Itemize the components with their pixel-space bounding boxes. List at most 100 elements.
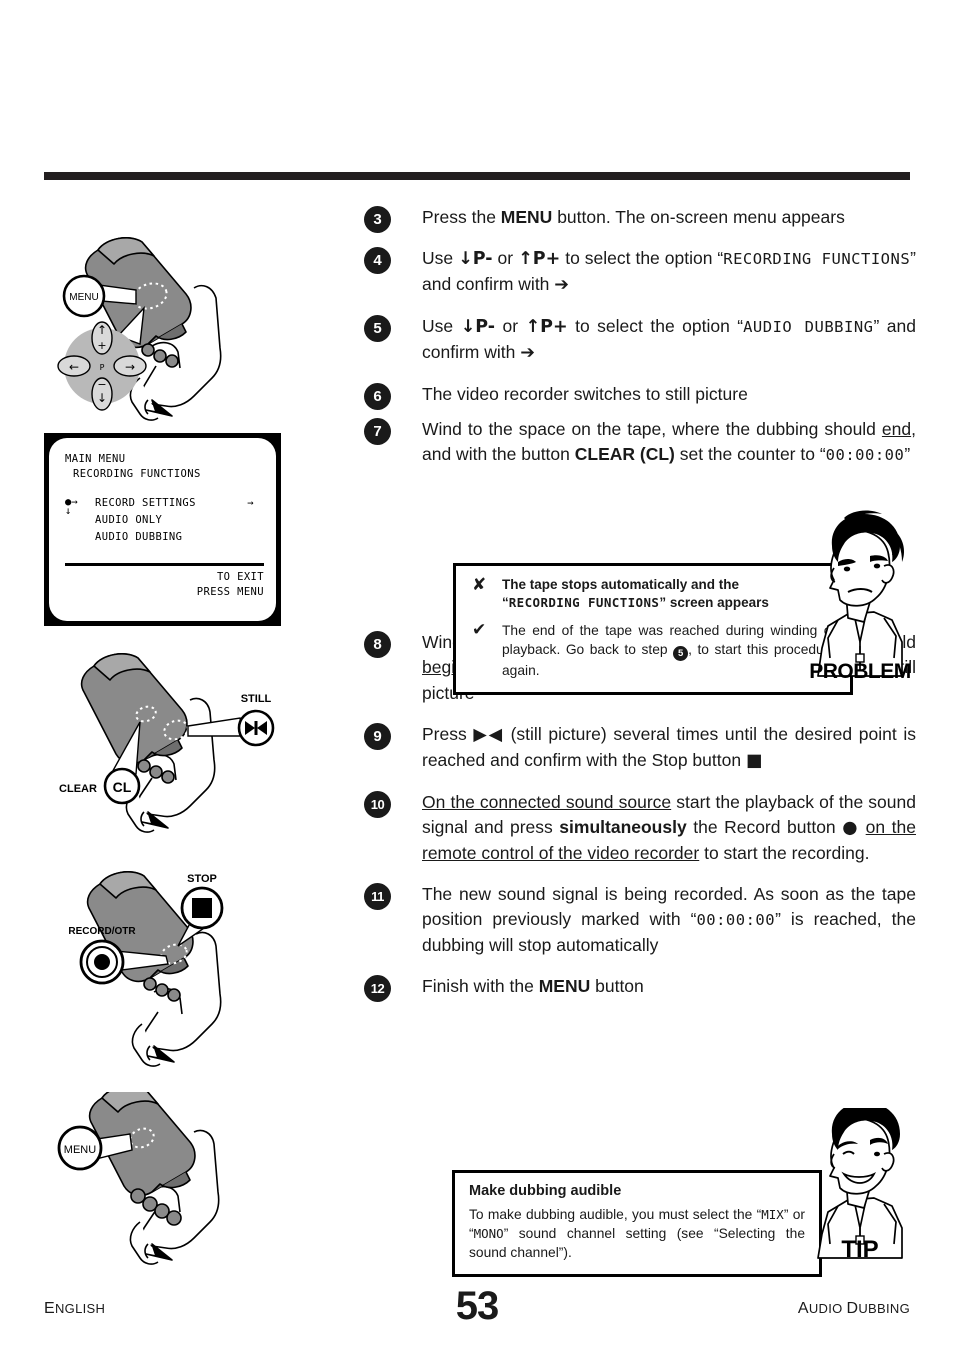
- problem-callout-box: ✘ The tape stops automatically and the “…: [453, 563, 853, 695]
- osd-option-name: RECORDING FUNCTIONS: [723, 250, 911, 268]
- osd-item-list: ●→ RECORD SETTINGS → ↓ AUDIO ONLY AUDIO …: [65, 496, 260, 547]
- osd-down-marker-icon: ↓: [65, 505, 72, 517]
- step-9: 9 Press ▶◀ (still picture) several times…: [360, 722, 916, 774]
- step-number-badge: 8: [364, 631, 391, 658]
- step-number-badge: 5: [364, 315, 391, 342]
- illustration-remote-clear-still: STILL CL CLEAR: [44, 652, 292, 847]
- menu-callout-label-bottom: MENU: [64, 1144, 96, 1156]
- osd-subtitle: RECORDING FUNCTIONS: [73, 468, 201, 480]
- sound-setting-mix: MIX: [761, 1207, 784, 1222]
- step-number-badge: 12: [364, 975, 391, 1002]
- problem-label: PROBLEM: [809, 660, 911, 683]
- page-footer: ENGLISH 53 AUDIO DUBBING: [44, 1284, 910, 1330]
- step-text: Press the MENU button. The on-screen men…: [422, 205, 916, 230]
- dpad-p-label: P: [100, 363, 105, 372]
- right-arrow-icon: ➔: [554, 275, 569, 295]
- step-11: 11 The new sound signal is being recorde…: [360, 882, 916, 958]
- step-number-badge: 7: [364, 418, 391, 445]
- stop-icon: ■: [745, 751, 763, 771]
- step-part: or: [495, 316, 526, 336]
- step-text: Use ↓P- or ↑P+ to select the option “REC…: [422, 246, 916, 298]
- step-3: 3 Press the MENU button. The on-screen m…: [360, 205, 916, 233]
- still-icon: ▶◀: [473, 725, 504, 745]
- record-callout-label: RECORD/OTR: [68, 926, 136, 937]
- step-part: Use: [422, 248, 459, 268]
- still-callout-label: STILL: [241, 693, 272, 705]
- osd-item-label: RECORD SETTINGS: [95, 497, 196, 509]
- problem-symptom-line2-suffix: ” screen appears: [659, 595, 769, 610]
- step-part: to select the option “: [560, 248, 724, 268]
- p-plus-label: ↑P+: [525, 317, 568, 337]
- step-part: button: [590, 976, 644, 996]
- problem-symptom-line1: The tape stops automatically and the: [502, 577, 740, 592]
- step-text: Use ↓P- or ↑P+ to select the option “AUD…: [422, 314, 916, 366]
- step-text: The video recorder switches to still pic…: [422, 382, 916, 407]
- step-part: Finish with the: [422, 976, 539, 996]
- step-part-bold: simultaneously: [559, 817, 687, 837]
- problem-cartoon-figure: PROBLEM: [808, 508, 912, 686]
- step-number-badge: 9: [364, 723, 391, 750]
- step-text: On the connected sound source start the …: [422, 790, 916, 866]
- p-minus-label: ↓P-: [458, 249, 493, 269]
- remote-menu-bottom-drawing: MENU: [57, 1092, 220, 1265]
- tip-body-pre: To make dubbing audible, you must select…: [469, 1207, 762, 1222]
- page-number: 53: [455, 1284, 500, 1328]
- on-screen-menu-screen: MAIN MENU RECORDING FUNCTIONS ●→ RECORD …: [49, 438, 276, 621]
- step-part: or: [492, 248, 519, 268]
- step-part: Use: [422, 316, 461, 336]
- step-part-bold: MENU: [538, 976, 591, 996]
- p-plus-label: ↑P+: [518, 249, 561, 269]
- step-part: the Record button: [686, 817, 843, 837]
- counter-value: 00:00:00: [825, 446, 905, 464]
- step-number-badge: 6: [364, 383, 391, 410]
- problem-screen-name: RECORDING FUNCTIONS: [508, 595, 660, 610]
- footer-section-title: AUDIO DUBBING: [797, 1300, 910, 1317]
- tip-body-post: ” sound channel setting (see “Selecting …: [469, 1226, 805, 1260]
- dpad-up-arrow-icon: ↑: [97, 323, 107, 337]
- dpad-left-arrow-icon: ←: [69, 360, 79, 374]
- osd-item-label: AUDIO DUBBING: [95, 531, 183, 543]
- osd-exit-hint: TO EXIT PRESS MENU: [197, 570, 264, 600]
- sound-setting-mono: MONO: [473, 1226, 504, 1241]
- osd-item-audio-only[interactable]: ↓ AUDIO ONLY: [65, 505, 260, 530]
- step-text: Wind to the space on the tape, where the…: [422, 417, 916, 468]
- step-4: 4 Use ↓P- or ↑P+ to select the option “R…: [360, 246, 916, 298]
- record-icon: [94, 954, 110, 970]
- manual-page: MENU ↑ + − ↓ ← → P MAIN MENU RECORDING F…: [0, 0, 954, 1351]
- check-mark-icon: ✔: [472, 620, 487, 640]
- step-6: 6 The video recorder switches to still p…: [360, 382, 916, 410]
- problem-symptom-row: ✘ The tape stops automatically and the “…: [470, 575, 836, 612]
- step-text: The new sound signal is being recorded. …: [422, 882, 916, 958]
- record-icon: ●: [842, 818, 860, 838]
- osd-exit-line1: TO EXIT: [216, 571, 264, 583]
- problem-symptom-text: The tape stops automatically and the “RE…: [502, 576, 836, 612]
- clear-button-name: CLEAR (CL): [574, 444, 675, 464]
- osd-title: MAIN MENU: [65, 453, 126, 465]
- step-part: to select the option “: [567, 316, 744, 336]
- step-part: to start the recording.: [699, 843, 870, 863]
- tip-callout-box: Make dubbing audible To make dubbing aud…: [452, 1170, 822, 1277]
- illustration-remote-menu-bottom: MENU: [44, 1092, 292, 1277]
- tip-title: Make dubbing audible: [469, 1183, 622, 1199]
- step-part-underline: On the connected sound source: [422, 792, 672, 812]
- step-7: 7 Wind to the space on the tape, where t…: [360, 417, 916, 468]
- osd-divider: [65, 563, 264, 566]
- step-number-badge: 10: [364, 791, 391, 818]
- counter-value: 00:00:00: [696, 911, 776, 929]
- step-part: Wind to the space on the tape, where the…: [422, 419, 882, 439]
- illustration-remote-menu-top: MENU ↑ + − ↓ ← → P: [44, 228, 292, 428]
- remote-clear-still-drawing: STILL CL CLEAR: [59, 653, 275, 833]
- step-part: Press: [422, 724, 474, 744]
- step-number-badge: 11: [364, 883, 391, 910]
- problem-solution-row: ✔ The end of the tape was reached during…: [470, 620, 836, 680]
- osd-item-audio-dubbing[interactable]: AUDIO DUBBING: [65, 530, 260, 547]
- step-number-badge: 4: [364, 247, 391, 274]
- step-5: 5 Use ↓P- or ↑P+ to select the option “A…: [360, 314, 916, 366]
- clear-callout-label: CLEAR: [59, 783, 97, 795]
- step-10: 10 On the connected sound source start t…: [360, 790, 916, 866]
- osd-item-record-settings[interactable]: ●→ RECORD SETTINGS →: [65, 496, 260, 513]
- cross-mark-icon: ✘: [472, 575, 487, 595]
- step-part: ”: [904, 444, 911, 464]
- step-part: The video recorder switches to still pic…: [422, 384, 748, 404]
- tip-label: TIP: [841, 1236, 879, 1263]
